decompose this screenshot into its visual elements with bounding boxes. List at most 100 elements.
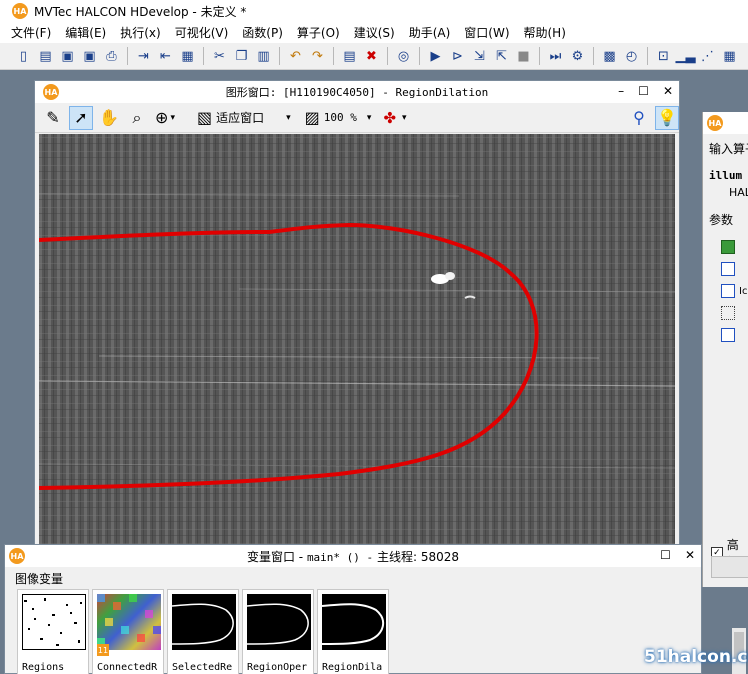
app-title: MVTec HALCON HDevelop - 未定义 * xyxy=(34,4,247,19)
input-panel-title: 输入算子 xyxy=(709,142,748,156)
draw-icon[interactable]: ✎ xyxy=(41,106,65,130)
zoom-window-icon[interactable]: ⊡ xyxy=(654,47,673,66)
magnifier-icon[interactable]: ⌕ xyxy=(125,106,149,130)
toolbar-separator xyxy=(539,47,540,65)
chevron-down-icon: ▾ xyxy=(366,112,372,123)
menu-visualize[interactable]: 可视化(V) xyxy=(168,24,236,41)
save-icon[interactable]: ▣ xyxy=(58,47,77,66)
app-titlebar: HA MVTec HALCON HDevelop - 未定义 * xyxy=(0,0,748,22)
maximize-button[interactable]: ☐ xyxy=(638,84,649,98)
step-into-icon[interactable]: ⇲ xyxy=(470,47,489,66)
properties-icon[interactable]: ▩ xyxy=(600,47,619,66)
fit-window-icon: ▧ xyxy=(197,108,213,127)
print-icon[interactable]: ⎙ xyxy=(102,47,121,66)
graphics-window: HA 图形窗口: [H110190C4050] - RegionDilation… xyxy=(34,80,680,550)
delete-icon[interactable]: ✖ xyxy=(362,47,381,66)
param-region-icon[interactable] xyxy=(721,262,735,276)
zoom-icon[interactable]: ⊕ ▾ xyxy=(153,106,177,130)
copy-icon[interactable]: ❐ xyxy=(232,47,251,66)
timer-icon[interactable]: ◴ xyxy=(622,47,641,66)
settings-icon[interactable]: ⚙ xyxy=(568,47,587,66)
paste-icon[interactable]: ▥ xyxy=(254,47,273,66)
line-profile-icon[interactable]: ⋰ xyxy=(698,47,717,66)
param-value-icon[interactable] xyxy=(721,328,735,342)
variable-thumb-connected[interactable]: 11 ConnectedR xyxy=(92,589,164,674)
variable-label: RegionDila xyxy=(322,662,383,673)
pan-hand-icon[interactable]: ✋ xyxy=(97,106,121,130)
image-canvas xyxy=(39,134,675,545)
variable-thumb-regions[interactable]: Regions xyxy=(17,589,89,674)
colors-dropdown[interactable]: ✤ ▾ xyxy=(379,109,410,127)
param-item-label: Ic xyxy=(739,285,748,297)
step-over-icon[interactable]: ⊳ xyxy=(448,47,467,66)
paint-icon: ✤ xyxy=(383,108,397,127)
variable-thumb-selected[interactable]: SelectedRe xyxy=(167,589,239,674)
menu-window[interactable]: 窗口(W) xyxy=(457,24,516,41)
toolbar-separator xyxy=(127,47,128,65)
run-icon[interactable]: ▶ xyxy=(426,47,445,66)
close-button[interactable]: ✕ xyxy=(685,548,695,562)
toolbar-separator xyxy=(387,47,388,65)
fit-window-dropdown[interactable]: ▧ 适应窗口 ▾ xyxy=(193,108,295,127)
grid-icon[interactable]: ▦ xyxy=(720,47,739,66)
variable-label: RegionOper xyxy=(247,662,308,673)
menu-execute[interactable]: 执行(x) xyxy=(113,24,167,41)
undo-icon[interactable]: ↶ xyxy=(286,47,305,66)
close-button[interactable]: ✕ xyxy=(663,84,673,98)
minimize-button[interactable]: – xyxy=(618,84,624,98)
graphics-window-title: 图形窗口: [H110190C4050] - RegionDilation xyxy=(225,86,489,99)
lightbulb-icon[interactable]: 💡 xyxy=(655,105,679,130)
inspect-icon[interactable]: ◎ xyxy=(394,47,413,66)
save-as-icon[interactable]: ▣ xyxy=(80,47,99,66)
toolbar-separator xyxy=(647,47,648,65)
variable-label: SelectedRe xyxy=(172,662,233,673)
open-icon[interactable]: ▤ xyxy=(36,47,55,66)
properties-icon[interactable]: ▦ xyxy=(178,47,197,66)
histogram-icon[interactable]: ▁▃ xyxy=(676,47,696,66)
graphics-settings-icon[interactable]: ⚲ xyxy=(627,106,651,130)
image-display[interactable] xyxy=(39,134,675,545)
variable-thumb-region-operation[interactable]: RegionOper xyxy=(242,589,314,674)
selected-regions-preview xyxy=(172,594,236,650)
region-dilation-preview xyxy=(322,594,386,650)
region-operation-preview xyxy=(247,594,311,650)
stop-icon[interactable]: ■ xyxy=(514,47,533,66)
export-icon[interactable]: ⇥ xyxy=(134,47,153,66)
variable-window-titlebar: HA 变量窗口 - main* () - 主线程: 58028 ☐ ✕ xyxy=(5,545,701,567)
maximize-button[interactable]: ☐ xyxy=(660,548,671,562)
regions-preview xyxy=(22,594,86,650)
redo-icon[interactable]: ↷ xyxy=(308,47,327,66)
menu-file[interactable]: 文件(F) xyxy=(4,24,58,41)
param-object-icon[interactable] xyxy=(721,284,735,298)
toolbar-separator xyxy=(593,47,594,65)
input-operator-panel: HA 输入算子 illum HAL 参数 Ic ✓ 高级 xyxy=(702,112,748,587)
fit-window-label: 适应窗口 xyxy=(216,111,265,125)
operator-name: illum xyxy=(709,169,743,182)
param-dotted-icon[interactable] xyxy=(721,306,735,320)
pointer-icon[interactable]: ➚ xyxy=(69,105,93,130)
step-out-icon[interactable]: ⇱ xyxy=(492,47,511,66)
graphics-toolbar: ✎ ➚ ✋ ⌕ ⊕ ▾ ▧ 适应窗口 ▾ ▨ 100 % ▾ ✤ ▾ ⚲ 💡 xyxy=(35,103,679,133)
menu-edit[interactable]: 编辑(E) xyxy=(58,24,113,41)
new-file-icon[interactable]: ▯ xyxy=(14,47,33,66)
variable-window: HA 变量窗口 - main* () - 主线程: 58028 ☐ ✕ 图像变量 xyxy=(4,544,702,674)
variable-label: ConnectedR xyxy=(97,662,158,673)
menu-assistants[interactable]: 助手(A) xyxy=(402,24,458,41)
input-panel-titlebar: HA xyxy=(703,112,748,134)
insert-icon[interactable]: ▤ xyxy=(340,47,359,66)
variable-thumb-region-dilation[interactable]: RegionDila xyxy=(317,589,389,674)
zoom-level-dropdown[interactable]: ▨ 100 % ▾ xyxy=(301,108,376,127)
menu-help[interactable]: 帮助(H) xyxy=(517,24,573,41)
import-icon[interactable]: ⇤ xyxy=(156,47,175,66)
zoom-image-icon: ▨ xyxy=(304,108,320,127)
variable-window-title: 变量窗口 - main* () - 主线程: 58028 xyxy=(246,549,460,564)
connected-regions-preview xyxy=(97,594,161,650)
param-image-icon[interactable] xyxy=(721,240,735,254)
reset-icon[interactable]: ⏭ xyxy=(546,47,565,66)
menu-functions[interactable]: 函数(P) xyxy=(235,24,290,41)
parameter-input[interactable] xyxy=(711,556,748,578)
cut-icon[interactable]: ✂ xyxy=(210,47,229,66)
halcon-logo-icon: HA xyxy=(707,115,723,131)
menu-suggestions[interactable]: 建议(S) xyxy=(347,24,402,41)
menu-operators[interactable]: 算子(O) xyxy=(290,24,347,41)
